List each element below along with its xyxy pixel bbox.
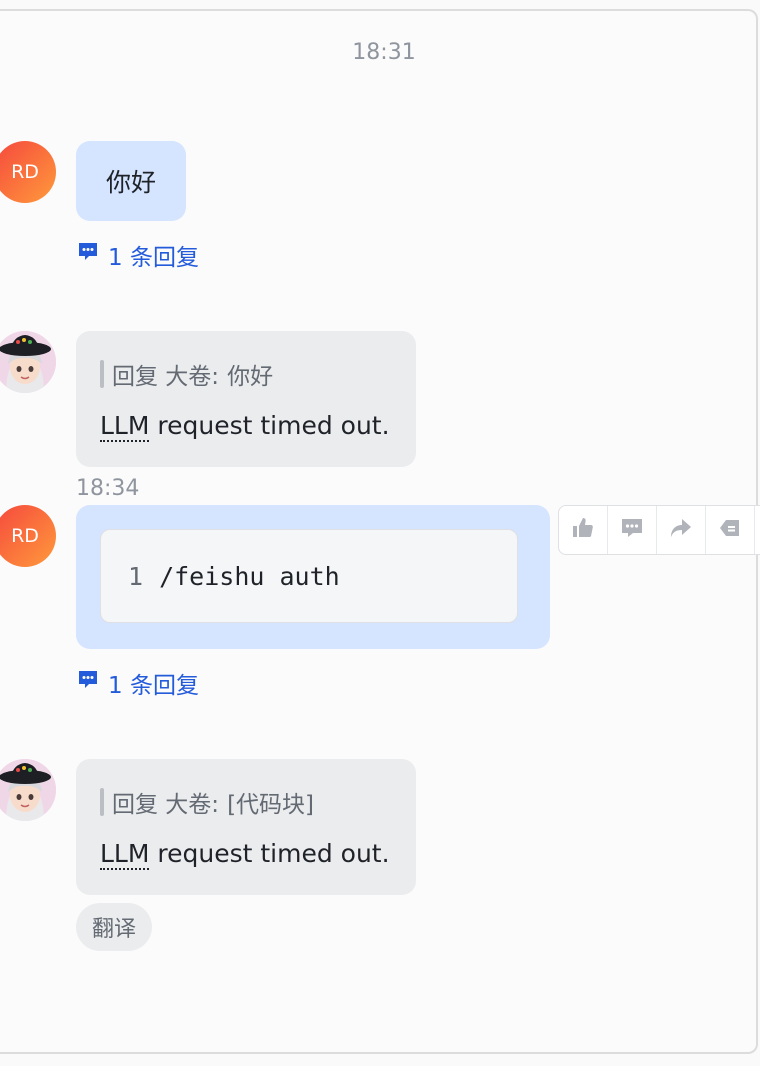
time-divider: 18:31 — [352, 40, 416, 65]
quote-target: 你好 — [227, 364, 274, 390]
thread-replies-link[interactable]: 1 条回复 — [76, 666, 199, 700]
forward-icon — [669, 516, 693, 544]
message-bubble[interactable]: 你好 — [76, 141, 186, 221]
quote-prefix: 回复 大卷: — [112, 364, 220, 390]
thumbs-up-icon — [571, 516, 595, 544]
thread-icon — [76, 668, 100, 698]
reply-quote[interactable]: 回复 大卷: [代码块] — [100, 785, 314, 819]
quote-target: [代码块] — [227, 792, 315, 818]
reply-button[interactable] — [608, 506, 657, 554]
message-bubble[interactable]: 回复 大卷: [代码块] LLM request timed out. — [76, 759, 416, 895]
reply-quote[interactable]: 回复 大卷: 你好 — [100, 357, 273, 391]
code-line-number: 1 — [128, 561, 144, 591]
code-text: /feishu auth — [159, 561, 340, 591]
thread-replies-link[interactable]: 1 条回复 — [76, 238, 199, 272]
message-bubble[interactable]: 回复 大卷: 你好 LLM request timed out. — [76, 331, 416, 467]
quote-bar — [100, 788, 104, 816]
tag-icon — [718, 516, 742, 544]
message-text-rest: request timed out. — [149, 411, 390, 440]
comment-icon — [620, 516, 644, 544]
message-action-toolbar — [558, 505, 760, 555]
forward-button[interactable] — [657, 506, 706, 554]
message-text: LLM request timed out. — [100, 411, 390, 442]
reply-count: 1 条回复 — [108, 673, 199, 699]
avatar-initials: RD — [11, 525, 39, 547]
quote-prefix: 回复 大卷: — [112, 792, 220, 818]
message-text: 你好 — [105, 168, 156, 197]
translate-button[interactable]: 翻译 — [76, 903, 153, 951]
abbr-term[interactable]: LLM — [100, 839, 150, 870]
quote-bar — [100, 360, 104, 388]
avatar-initials: RD — [11, 161, 39, 183]
message-text: LLM request timed out. — [100, 839, 390, 870]
message-text-rest: request timed out. — [149, 839, 390, 868]
label-button[interactable] — [706, 506, 755, 554]
message-time: 18:34 — [76, 476, 140, 501]
thread-icon — [76, 240, 100, 270]
code-block[interactable]: 1 /feishu auth — [100, 529, 518, 623]
abbr-term[interactable]: LLM — [100, 411, 150, 442]
message-bubble[interactable]: 1 /feishu auth — [76, 505, 550, 649]
reply-count: 1 条回复 — [108, 245, 199, 271]
like-button[interactable] — [559, 506, 608, 554]
